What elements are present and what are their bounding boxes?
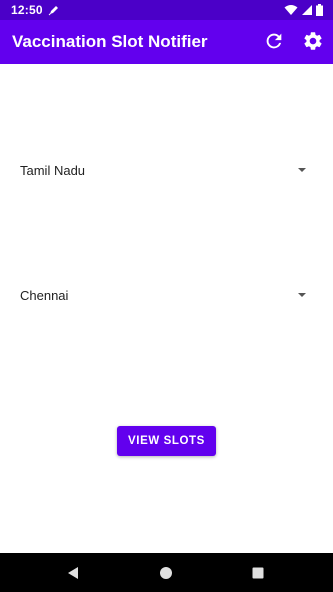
battery-icon bbox=[316, 4, 323, 16]
app-title: Vaccination Slot Notifier bbox=[12, 32, 208, 51]
navigation-bar bbox=[0, 553, 333, 592]
status-time: 12:50 bbox=[11, 3, 43, 17]
status-bar: 12:50 bbox=[0, 0, 333, 20]
recents-icon[interactable] bbox=[250, 565, 266, 581]
app-bar: Vaccination Slot Notifier bbox=[0, 20, 333, 64]
signal-icon bbox=[302, 5, 312, 15]
view-slots-button[interactable]: VIEW SLOTS bbox=[117, 426, 216, 456]
city-spinner-value: Chennai bbox=[20, 288, 69, 303]
app-screen: 12:50 Vaccination Slot Notifier Tamil Na… bbox=[0, 0, 333, 592]
settings-icon[interactable] bbox=[302, 30, 324, 52]
refresh-icon[interactable] bbox=[263, 30, 285, 52]
state-spinner[interactable]: Tamil Nadu bbox=[12, 156, 312, 186]
wifi-icon bbox=[284, 5, 298, 15]
pen-icon bbox=[48, 6, 58, 16]
home-icon[interactable] bbox=[158, 565, 174, 581]
dropdown-arrow-icon bbox=[298, 293, 306, 297]
status-icons bbox=[284, 4, 323, 16]
city-spinner[interactable]: Chennai bbox=[12, 281, 312, 311]
state-spinner-value: Tamil Nadu bbox=[20, 163, 86, 178]
dropdown-arrow-icon bbox=[298, 168, 306, 172]
back-icon[interactable] bbox=[65, 565, 81, 581]
